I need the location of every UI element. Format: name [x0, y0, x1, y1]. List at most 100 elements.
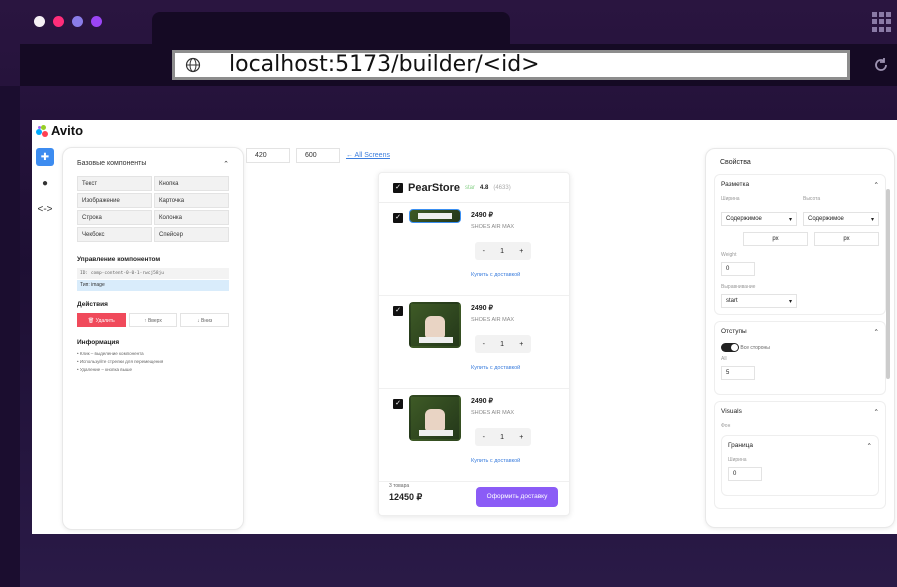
component-item[interactable]: Строка: [77, 210, 152, 225]
align-label: Выравнивание: [721, 284, 756, 290]
store-checkbox[interactable]: ✓: [393, 182, 403, 193]
reload-icon[interactable]: [872, 56, 890, 74]
buy-link[interactable]: Купить с доставкой: [471, 272, 520, 278]
item-checkbox[interactable]: ✓: [393, 306, 403, 316]
chevron-up-icon[interactable]: ⌃: [867, 442, 872, 450]
buy-link[interactable]: Купить с доставкой: [471, 458, 520, 464]
align-select[interactable]: start ▾: [721, 294, 797, 308]
weight-input[interactable]: 0: [721, 262, 755, 276]
chevron-up-icon[interactable]: ⌃: [874, 408, 879, 416]
window-dot-4[interactable]: [91, 16, 102, 27]
all-sides-toggle[interactable]: [721, 343, 739, 352]
item-checkbox[interactable]: ✓: [393, 213, 403, 223]
store-header[interactable]: ✓ PearStore star 4.8 (4633): [379, 173, 569, 203]
height-label: Высота: [803, 196, 821, 202]
border-width-input[interactable]: 0: [728, 467, 762, 481]
theme-rail-button[interactable]: ●: [36, 174, 54, 192]
component-palette: Текст Кнопка Изображение Карточка Строка…: [77, 176, 229, 242]
padding-header[interactable]: Отступы ⌃: [721, 328, 879, 336]
all-input[interactable]: 5: [721, 366, 755, 380]
bg-label: Фон: [721, 423, 731, 429]
info-title: Информация: [77, 339, 120, 346]
move-down-button[interactable]: ↓ Вниз: [180, 313, 230, 327]
window-dot-3[interactable]: [72, 16, 83, 27]
product-price: 2490 ₽: [471, 212, 493, 219]
apps-grid-icon[interactable]: [872, 12, 892, 32]
component-type: Тип: image: [77, 280, 229, 291]
info-line: • Клик – выделение компонента: [77, 351, 144, 356]
component-item[interactable]: Карточка: [154, 193, 229, 208]
order-button[interactable]: Оформить доставку: [476, 487, 558, 507]
quantity-stepper: - 1 +: [475, 242, 531, 260]
width-px-input[interactable]: px: [743, 232, 808, 246]
item-checkbox[interactable]: ✓: [393, 399, 403, 409]
store-name: PearStore: [408, 181, 460, 194]
visuals-section: Visuals ⌃ Фон Граница ⌃ Ширина 0: [714, 401, 886, 509]
width-label: Ширина: [721, 196, 740, 202]
product-price: 2490 ₽: [471, 305, 493, 312]
component-item[interactable]: Колонка: [154, 210, 229, 225]
plus-button[interactable]: +: [519, 248, 523, 255]
properties-scrollbar[interactable]: [886, 189, 890, 379]
height-px-input[interactable]: px: [814, 232, 879, 246]
trash-icon: 🗑: [87, 318, 96, 324]
move-up-button[interactable]: ↑ Вверх: [128, 313, 178, 327]
window-dot-2[interactable]: [53, 16, 64, 27]
component-item[interactable]: Текст: [77, 176, 152, 191]
info-line: • Удаление – кнопка выше: [77, 367, 133, 372]
product-item[interactable]: ✓ 2490 ₽ SHOES AIR MAX - 1 + Купить с до…: [379, 296, 569, 389]
padding-title: Отступы: [721, 328, 747, 335]
left-gutter: [0, 86, 20, 587]
component-item[interactable]: Чекбокс: [77, 227, 152, 242]
component-item[interactable]: Изображение: [77, 193, 152, 208]
all-screens-link[interactable]: ← All Screens: [346, 152, 390, 159]
components-rail-button[interactable]: ✚: [36, 148, 54, 166]
code-rail-button[interactable]: <->: [36, 200, 54, 218]
product-name: SHOES AIR MAX: [471, 410, 515, 416]
width-select[interactable]: Содержимое ▾: [721, 212, 797, 226]
product-image[interactable]: [409, 302, 461, 348]
weight-label: Weight: [721, 252, 737, 258]
store-rating: 4.8: [480, 184, 489, 191]
buy-link[interactable]: Купить с доставкой: [471, 365, 520, 371]
px-inputs: px px: [721, 232, 879, 246]
delete-label: Удалить: [95, 318, 115, 324]
plus-button[interactable]: +: [519, 341, 523, 348]
height-select[interactable]: Содержимое ▾: [803, 212, 879, 226]
product-image[interactable]: [409, 395, 461, 441]
component-item[interactable]: Спейсер: [154, 227, 229, 242]
chevron-up-icon[interactable]: ⌃: [874, 181, 879, 189]
browser-tab[interactable]: [152, 12, 510, 46]
product-item[interactable]: ✓ 2490 ₽ SHOES AIR MAX - 1 + Купить с до…: [379, 389, 569, 482]
plus-button[interactable]: +: [519, 434, 523, 441]
quantity-value: 1: [500, 340, 505, 348]
left-rail: ✚ ● <->: [36, 148, 58, 226]
window-dot-1[interactable]: [34, 16, 45, 27]
component-item[interactable]: Кнопка: [154, 176, 229, 191]
components-panel: Базовые компоненты ⌃ Текст Кнопка Изображ…: [62, 147, 244, 530]
chevron-up-icon[interactable]: ⌃: [874, 328, 879, 336]
minus-button[interactable]: -: [483, 248, 485, 255]
all-label: All: [721, 356, 727, 362]
delete-button[interactable]: 🗑 Удалить: [77, 313, 126, 327]
border-section: Граница ⌃ Ширина 0: [721, 435, 879, 496]
minus-button[interactable]: -: [483, 434, 485, 441]
window-controls: [34, 16, 102, 27]
product-item[interactable]: ✓ 2490 ₽ SHOES AIR MAX - 1 + Купить с до…: [379, 203, 569, 296]
info-line: • Используйте стрелки для перемещения: [77, 359, 164, 364]
visuals-header[interactable]: Visuals ⌃: [721, 408, 879, 416]
border-header[interactable]: Граница ⌃: [728, 442, 872, 450]
all-sides-row: Все стороны: [721, 343, 879, 352]
address-bar[interactable]: [172, 50, 850, 80]
minus-button[interactable]: -: [483, 341, 485, 348]
product-image[interactable]: [409, 209, 461, 223]
builder-app: Avito ✚ ● <-> Базовые компоненты ⌃ Текст …: [32, 120, 897, 534]
width-input[interactable]: 420: [246, 148, 290, 163]
chevron-up-icon[interactable]: ⌃: [223, 160, 229, 168]
code-icon: <->: [37, 203, 53, 215]
height-input[interactable]: 600: [296, 148, 340, 163]
url-input[interactable]: [229, 53, 789, 77]
layout-header[interactable]: Разметка ⌃: [721, 181, 879, 189]
components-header[interactable]: Базовые компоненты ⌃: [77, 160, 229, 168]
chevron-down-icon: ▾: [788, 216, 792, 223]
